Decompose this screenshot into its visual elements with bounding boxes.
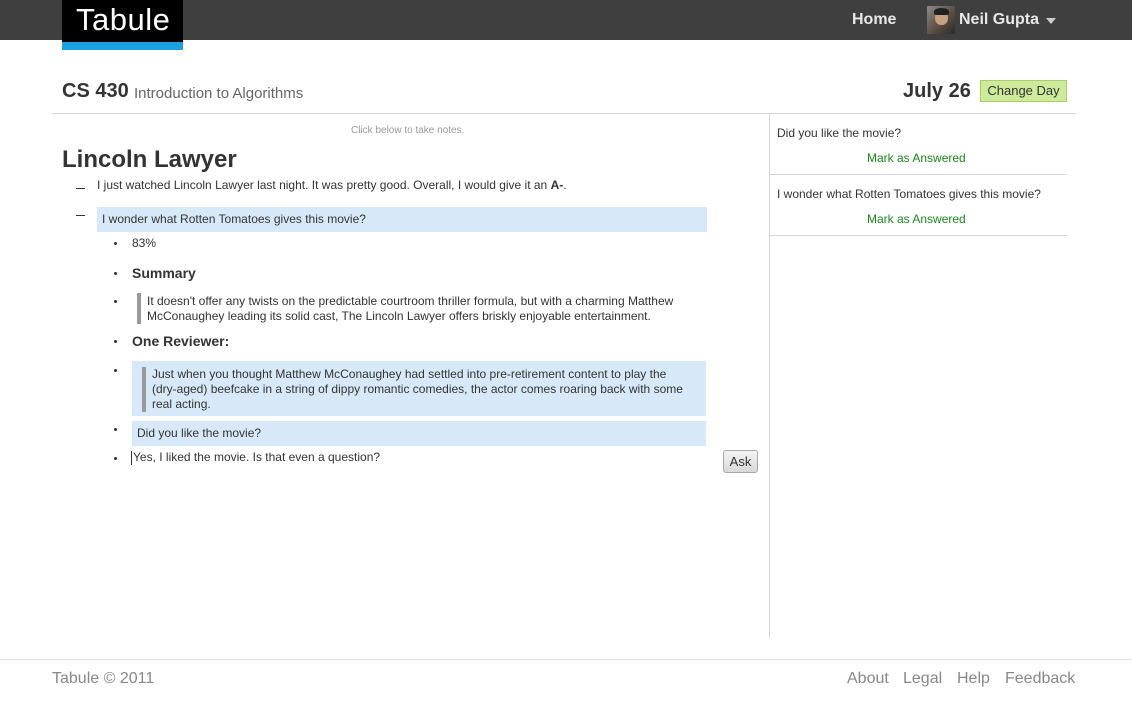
question-panel-divider — [770, 174, 1067, 175]
outline-dash-icon — [76, 215, 85, 216]
bullet-icon — [114, 369, 117, 372]
outline-dash-icon — [76, 188, 85, 189]
question-line-1: I wonder what Rotten Tomatoes gives this… — [102, 212, 366, 226]
note-line-1-end: . — [563, 178, 567, 192]
logo-text: Tabule — [76, 2, 171, 37]
note-line-1-text: I just watched Lincoln Lawyer last night… — [97, 178, 551, 192]
mark-as-answered-link[interactable]: Mark as Answered — [867, 212, 966, 226]
footer-link-feedback[interactable]: Feedback — [1005, 670, 1075, 688]
logo-accent-bar — [62, 42, 183, 50]
review-quote-line-3: real acting. — [152, 397, 211, 411]
course-code: CS 430 — [62, 80, 129, 102]
footer-link-help[interactable]: Help — [957, 670, 990, 688]
notes-hint: Click below to take notes. — [351, 125, 465, 136]
header-divider — [52, 113, 1076, 114]
footer-link-legal[interactable]: Legal — [903, 670, 942, 688]
note-line-1[interactable]: I just watched Lincoln Lawyer last night… — [97, 178, 567, 192]
quote-bar — [142, 367, 146, 412]
change-day-button[interactable]: Change Day — [980, 80, 1067, 102]
bullet-icon — [114, 428, 117, 431]
bullet-icon — [114, 242, 117, 245]
review-quote-line-2: (dry-aged) beefcake in a string of dippy… — [152, 382, 683, 396]
chevron-down-icon[interactable] — [1046, 18, 1056, 24]
nav-home-link[interactable]: Home — [852, 11, 896, 29]
question-panel-item-text: Did you like the movie? — [777, 126, 902, 140]
summary-quote-line-1[interactable]: It doesn't offer any twists on the predi… — [147, 294, 673, 308]
bullet-icon — [114, 340, 117, 343]
mark-as-answered-link[interactable]: Mark as Answered — [867, 151, 966, 165]
ask-button[interactable]: Ask — [723, 450, 758, 473]
question-line-2: Did you like the movie? — [137, 426, 262, 440]
answer-input[interactable]: Yes, I liked the movie. Is that even a q… — [133, 450, 380, 464]
text-cursor — [131, 451, 132, 465]
bullet-icon — [114, 272, 117, 275]
score-text[interactable]: 83% — [132, 236, 156, 250]
column-divider — [769, 114, 770, 638]
course-name: Introduction to Algorithms — [134, 85, 304, 102]
summary-heading[interactable]: Summary — [132, 265, 196, 281]
question-panel-item-text: I wonder what Rotten Tomatoes gives this… — [777, 187, 1041, 201]
tabule-logo[interactable]: Tabule — [62, 0, 183, 50]
current-date: July 26 — [903, 80, 971, 102]
note-title[interactable]: Lincoln Lawyer — [62, 146, 237, 174]
footer-copyright: Tabule © 2011 — [52, 670, 155, 687]
quote-bar — [137, 293, 141, 324]
footer-link-about[interactable]: About — [847, 670, 889, 688]
bullet-icon — [114, 300, 117, 303]
reviewer-heading[interactable]: One Reviewer: — [132, 333, 229, 349]
user-avatar[interactable] — [927, 6, 955, 34]
footer-divider — [0, 659, 1132, 660]
question-panel-divider — [770, 235, 1067, 236]
grade-text: A- — [550, 178, 564, 192]
avatar-hair — [934, 8, 949, 15]
review-quote-line-1: Just when you thought Matthew McConaughe… — [152, 367, 667, 381]
summary-quote-line-2[interactable]: McConaughey leading its solid cast, The … — [147, 309, 651, 323]
user-menu-name[interactable]: Neil Gupta — [959, 11, 1039, 29]
bullet-icon — [114, 457, 117, 460]
